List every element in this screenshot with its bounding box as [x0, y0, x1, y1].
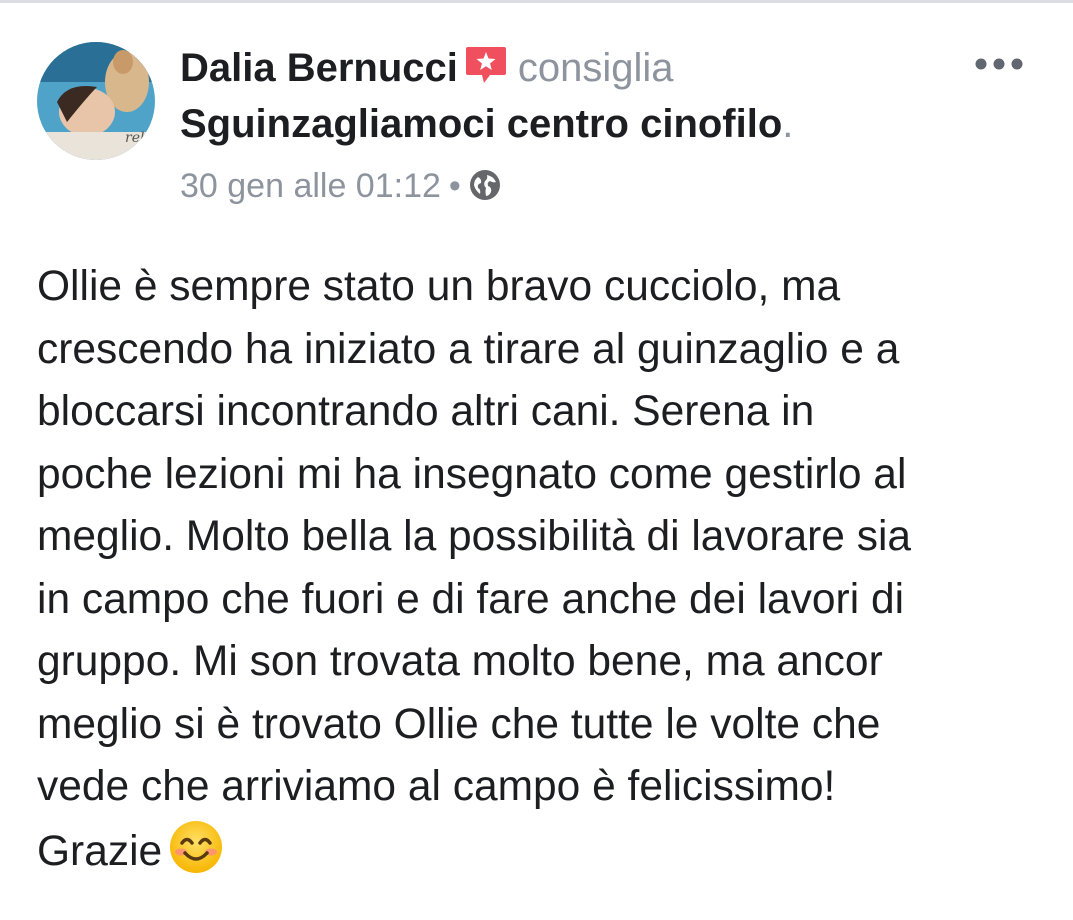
post-text-line: vede che arriviamo al campo è felicissim…	[37, 763, 836, 810]
globe-icon[interactable]	[469, 168, 501, 200]
meta-separator: •	[448, 167, 461, 205]
page-name-period: .	[782, 102, 794, 146]
svg-text:rel: rel	[125, 130, 144, 146]
avatar[interactable]: rel	[37, 42, 155, 160]
star-recommend-icon	[464, 44, 508, 84]
smiling-face-icon	[168, 819, 224, 875]
recommended-page[interactable]: Sguinzagliamoci centro cinofilo.	[180, 96, 980, 152]
header-line: Dalia Bernucci consiglia	[180, 40, 980, 96]
post-text-line: gruppo. Mi son trovata molto bene, ma an…	[37, 638, 883, 685]
post-meta: 30 gen alle 01:12 •	[180, 164, 501, 208]
post-text-line: Ollie è sempre stato un bravo cucciolo, …	[37, 263, 841, 310]
post-text-line: meglio. Molto bella la possibilità di la…	[37, 513, 912, 560]
post-text-line: bloccarsi incontrando altri cani. Serena…	[37, 388, 815, 435]
post-header: Dalia Bernucci consiglia Sguinzagliamoci …	[180, 40, 980, 152]
post-text-line: meglio si è trovato Ollie che tutte le v…	[37, 700, 881, 748]
post-text-line: poche lezioni mi ha insegnato come gesti…	[37, 450, 907, 498]
closing-text: Grazie	[37, 827, 163, 875]
post-text-line: crescendo ha iniziato a tirare al guinza…	[37, 325, 900, 373]
author-name[interactable]: Dalia Bernucci	[180, 46, 458, 90]
page-name-text[interactable]: Sguinzagliamoci centro cinofilo	[180, 102, 782, 146]
action-verb: consiglia	[517, 46, 674, 90]
post-closing-line: Grazie	[37, 819, 1047, 884]
ellipsis-icon[interactable]	[972, 52, 1026, 76]
post-text: Ollie è sempre stato un bravo cucciolo, …	[37, 256, 1047, 883]
post-text-line: in campo che fuori e di fare anche dei l…	[37, 575, 905, 623]
post-timestamp[interactable]: 30 gen alle 01:12	[180, 167, 441, 205]
top-divider	[0, 0, 1073, 3]
